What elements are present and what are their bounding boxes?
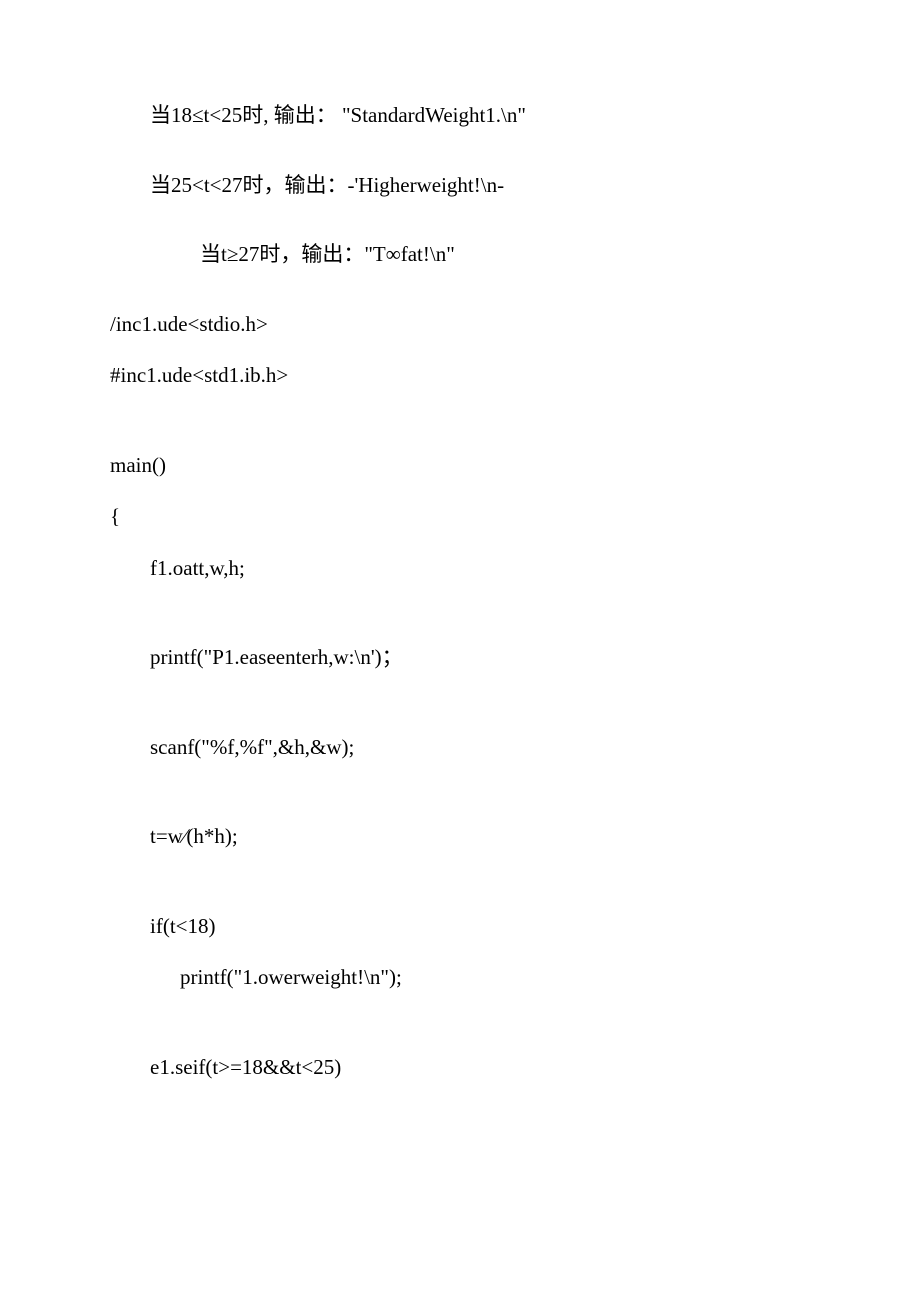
text-line-cond2: 当25<t<27时，输出：-'Higherweight!\n- (110, 170, 810, 202)
code-line-include1: /inc1.ude<stdio.h> (110, 309, 810, 341)
code-line-printf2: printf("1.owerweight!\n"); (110, 962, 810, 994)
code-line-printf1: printf("P1.easeenterh,w:\n')； (110, 642, 810, 674)
code-line-scanf: scanf("%f,%f",&h,&w); (110, 732, 810, 764)
code-line-main: main() (110, 450, 810, 482)
code-line-openbrace: { (110, 501, 810, 533)
code-line-decl: f1.oatt,w,h; (110, 553, 810, 585)
code-line-include2: #inc1.ude<std1.ib.h> (110, 360, 810, 392)
code-line-elseif: e1.seif(t>=18&&t<25) (110, 1052, 810, 1084)
text-line-cond3: 当t≥27时，输出："T∞fat!\n" (110, 239, 810, 271)
code-line-assign: t=w∕(h*h); (110, 821, 810, 853)
code-line-if: if(t<18) (110, 911, 810, 943)
text-line-cond1: 当18≤t<25时, 输出： "StandardWeight1.\n" (110, 100, 810, 132)
